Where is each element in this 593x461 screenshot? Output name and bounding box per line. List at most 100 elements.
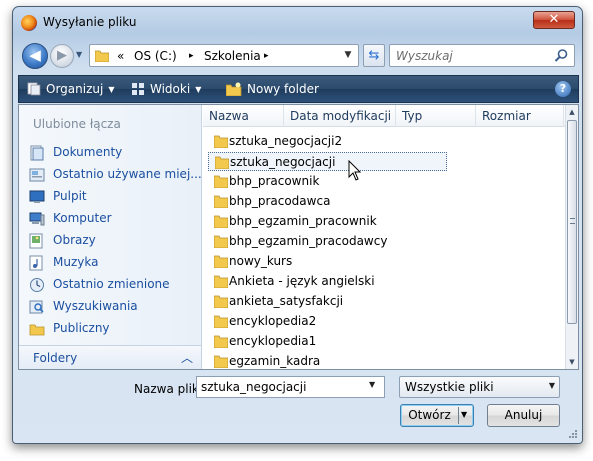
music-icon xyxy=(29,255,43,271)
sidebar-item-label: Muzyka xyxy=(53,255,99,269)
sidebar-item-recently-changed[interactable]: Ostatnio zmienione xyxy=(29,275,197,295)
organize-label: Organizuj xyxy=(46,82,104,96)
folder-icon xyxy=(214,255,228,268)
forward-button[interactable]: ▶ xyxy=(50,44,74,68)
organize-menu[interactable]: Organizuj ▼ xyxy=(27,82,114,96)
column-header-date[interactable]: Data modyfikacji xyxy=(284,105,396,127)
sidebar-item-searches[interactable]: Wyszukiwania xyxy=(29,297,197,317)
sidebar-item-label: Dokumenty xyxy=(53,145,123,159)
search-placeholder: Wyszukaj xyxy=(396,49,453,63)
sidebar-item-label: Ostatnio używane miej... xyxy=(53,167,202,181)
refresh-button[interactable]: ⇆ xyxy=(363,44,385,67)
resize-grip-icon[interactable] xyxy=(568,429,578,439)
pictures-icon xyxy=(29,233,43,249)
search-input[interactable]: Wyszukaj xyxy=(389,44,575,67)
help-icon[interactable]: ? xyxy=(555,81,571,97)
command-toolbar: Organizuj ▼ Widoki ▼ Nowy folder ? xyxy=(18,75,579,103)
folder-icon xyxy=(215,156,229,169)
scroll-down-icon[interactable]: ▼ xyxy=(566,355,578,369)
folders-label: Foldery xyxy=(33,351,78,365)
vertical-scrollbar[interactable]: ▲ ▼ xyxy=(565,105,578,369)
breadcrumb-separator[interactable]: ▸ xyxy=(264,51,269,61)
filename-dropdown-icon[interactable]: ▼ xyxy=(369,380,375,389)
breadcrumb-drive[interactable]: OS (C:) xyxy=(134,49,177,63)
file-name: encyklopedia1 xyxy=(229,334,317,348)
public-folder-icon xyxy=(29,324,45,336)
file-name: bhp_egzamin_pracodawcy xyxy=(229,234,388,248)
firefox-icon xyxy=(21,15,37,31)
column-header-size[interactable]: Rozmiar xyxy=(476,105,564,127)
file-list-pane: Nazwa Data modyfikacji Typ Rozmiar sztuk… xyxy=(203,105,578,369)
documents-icon xyxy=(30,145,44,161)
sidebar-item-desktop[interactable]: Pulpit xyxy=(29,187,197,207)
search-icon[interactable] xyxy=(554,48,569,63)
organize-icon xyxy=(27,82,41,96)
sidebar-item-computer[interactable]: Komputer xyxy=(29,209,197,229)
file-name: ankieta_satysfakcji xyxy=(229,294,344,308)
title-bar[interactable]: Wysyłanie pliku ✕ xyxy=(13,7,582,37)
mouse-cursor-icon xyxy=(348,160,362,181)
open-button[interactable]: Otwórz ▼ xyxy=(400,404,474,427)
recently-changed-icon xyxy=(30,278,44,292)
file-name: bhp_egzamin_pracownik xyxy=(229,214,377,228)
open-button-label: Otwórz xyxy=(408,408,451,422)
grip-icon xyxy=(570,218,575,224)
folder-icon xyxy=(214,295,228,308)
favorite-links-header: Ulubione łącza xyxy=(33,117,121,131)
views-icon xyxy=(132,83,144,95)
folders-toggle[interactable]: Foldery ︿ xyxy=(19,345,201,369)
address-bar[interactable]: « OS (C:) ▸ Szkolenia ▸ ▼ xyxy=(89,44,359,67)
caret-down-icon: ▼ xyxy=(108,85,115,94)
file-name: Ankieta - język angielski xyxy=(229,274,375,288)
column-header-type[interactable]: Typ xyxy=(396,105,476,127)
sidebar-item-pictures[interactable]: Obrazy xyxy=(29,231,197,251)
scroll-up-icon[interactable]: ▲ xyxy=(566,105,578,119)
address-dropdown-icon[interactable]: ▼ xyxy=(340,46,356,65)
window-title: Wysyłanie pliku xyxy=(43,15,137,29)
file-name: bhp_pracodawca xyxy=(229,194,331,208)
open-options-icon[interactable]: ▼ xyxy=(461,405,467,425)
computer-icon xyxy=(29,212,45,226)
searches-icon xyxy=(29,300,44,314)
recent-places-icon xyxy=(29,168,45,182)
folder-icon xyxy=(214,135,228,148)
file-upload-dialog: Wysyłanie pliku ✕ ◀ ▶ ▼ « OS (C:) ▸ Szko… xyxy=(12,6,583,444)
close-button[interactable]: ✕ xyxy=(533,11,575,29)
caret-down-icon: ▼ xyxy=(195,85,202,94)
folder-icon xyxy=(214,215,228,228)
chevron-down-icon: ▼ xyxy=(548,381,555,390)
cancel-button[interactable]: Anuluj xyxy=(487,404,560,427)
sidebar-item-documents[interactable]: Dokumenty xyxy=(29,143,197,163)
folder-icon xyxy=(214,195,228,208)
scrollbar-thumb[interactable] xyxy=(567,120,577,324)
folder-icon xyxy=(214,315,228,328)
new-folder-button[interactable]: Nowy folder xyxy=(226,82,319,96)
folder-icon xyxy=(214,335,228,348)
sidebar-item-public[interactable]: Publiczny xyxy=(29,319,197,339)
file-type-value: Wszystkie pliki xyxy=(405,380,494,394)
file-name: egzamin_kadra xyxy=(229,354,321,368)
split-divider xyxy=(458,407,459,424)
sidebar-item-label: Obrazy xyxy=(53,233,96,247)
chevron-up-icon: ︿ xyxy=(180,351,193,365)
breadcrumb-chevron[interactable]: « xyxy=(117,49,124,63)
file-type-select[interactable]: Wszystkie pliki ▼ xyxy=(399,376,560,398)
breadcrumb-separator[interactable]: ▸ xyxy=(189,51,194,61)
column-header-row: Nazwa Data modyfikacji Typ Rozmiar xyxy=(203,105,578,127)
file-name: sztuka_negocjacji xyxy=(230,155,336,169)
views-menu[interactable]: Widoki ▼ xyxy=(131,82,201,96)
folder-icon xyxy=(214,175,228,188)
folder-icon xyxy=(214,275,228,288)
sidebar-item-recent-places[interactable]: Ostatnio używane miej... xyxy=(29,165,202,185)
breadcrumb-folder[interactable]: Szkolenia xyxy=(204,49,261,63)
filename-field[interactable] xyxy=(196,376,385,398)
back-button[interactable]: ◀ xyxy=(22,43,48,69)
navigation-pane: Ulubione łącza Dokumenty Ostatnio używan… xyxy=(19,105,202,369)
history-dropdown-icon[interactable]: ▼ xyxy=(76,50,86,60)
sidebar-item-music[interactable]: Muzyka xyxy=(29,253,197,273)
column-header-name[interactable]: Nazwa xyxy=(203,105,284,127)
sidebar-item-label: Wyszukiwania xyxy=(53,299,138,313)
sidebar-item-label: Publiczny xyxy=(53,321,110,335)
file-row-selected[interactable]: sztuka_negocjacji xyxy=(208,152,447,171)
file-name: nowy_kurs xyxy=(229,254,293,268)
